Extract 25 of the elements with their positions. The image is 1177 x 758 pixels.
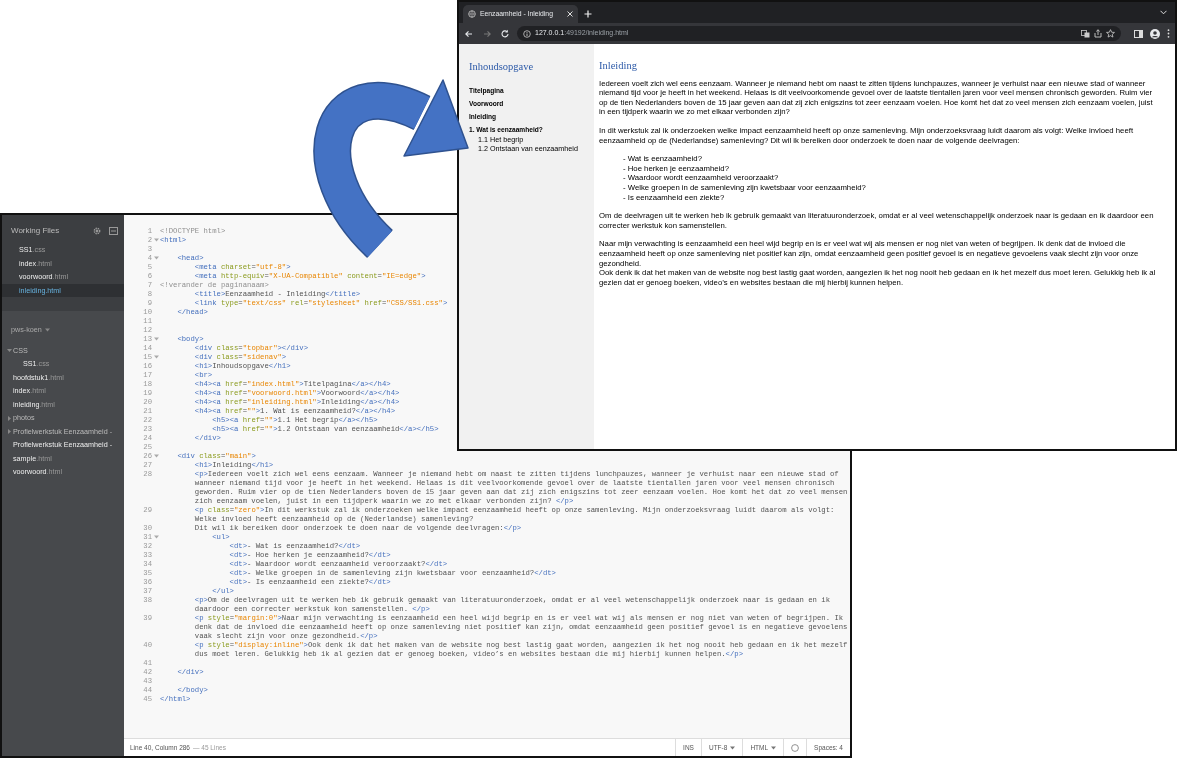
share-icon[interactable]: [1094, 29, 1102, 38]
expanded-arrow-icon[interactable]: [7, 348, 12, 354]
new-tab-icon[interactable]: [584, 9, 592, 18]
caret-icon[interactable]: [730, 745, 736, 750]
info-icon[interactable]: [523, 29, 531, 38]
side-panel-icon[interactable]: [1134, 29, 1143, 38]
circle-icon[interactable]: [791, 743, 800, 752]
caret-icon[interactable]: [771, 745, 777, 750]
back-arrow-icon[interactable]: [464, 28, 474, 39]
profile-icon[interactable]: [1150, 28, 1160, 39]
star-icon[interactable]: [1106, 29, 1115, 38]
chevron-down-icon[interactable]: [1160, 10, 1167, 15]
settings-icon[interactable]: [93, 227, 101, 235]
split-view-icon[interactable]: [109, 227, 118, 235]
reload-icon[interactable]: [500, 28, 510, 39]
sidebar-heading: Inhoudsopgave: [469, 60, 535, 74]
close-icon[interactable]: [567, 11, 573, 17]
caret-icon[interactable]: [44, 328, 50, 333]
working-files-title: Working Files: [11, 225, 60, 237]
more-menu-icon[interactable]: [1167, 29, 1170, 38]
collapsed-arrow-icon[interactable]: [7, 429, 12, 435]
collapsed-arrow-icon[interactable]: [7, 415, 12, 421]
translate-icon[interactable]: [1081, 29, 1090, 38]
page-heading: Inleiding: [599, 61, 638, 71]
globe-icon: [468, 10, 476, 18]
